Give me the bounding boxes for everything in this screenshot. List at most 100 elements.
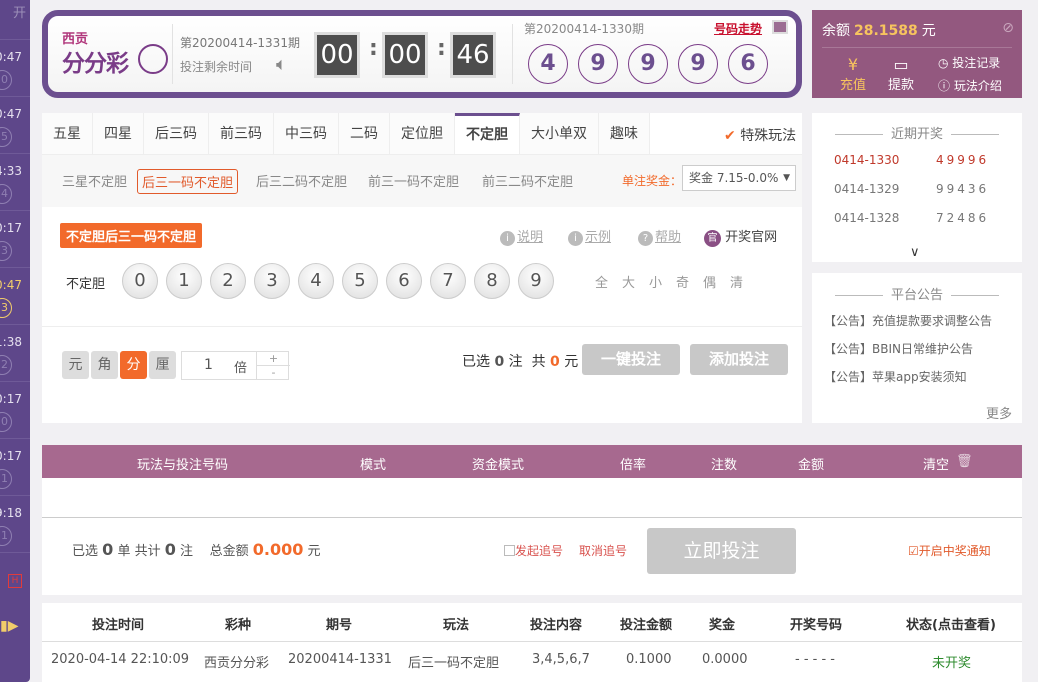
- subtab[interactable]: 后三二码不定胆: [252, 169, 351, 192]
- number-ball[interactable]: 7: [430, 263, 466, 299]
- sidebar-game-item[interactable]: 0:47 5: [0, 97, 30, 154]
- quick-select-1[interactable]: 大: [622, 272, 635, 291]
- tab-play[interactable]: 中三码: [274, 113, 339, 154]
- sidebar-game-item[interactable]: 1:38 2: [0, 325, 30, 382]
- clock-icon: [138, 44, 168, 74]
- quick-select-3[interactable]: 奇: [676, 272, 689, 291]
- chase-checkbox[interactable]: 发起追号: [504, 542, 563, 559]
- notify-checkbox[interactable]: ☑开启中奖通知: [908, 542, 991, 559]
- tab-play[interactable]: 四星: [93, 113, 144, 154]
- sidebar-game-item[interactable]: 0:17 0: [0, 382, 30, 439]
- number-ball[interactable]: 4: [298, 263, 334, 299]
- hide-balance-icon[interactable]: ⊘: [1002, 20, 1014, 36]
- desc-link[interactable]: i 说明: [500, 226, 543, 246]
- history-header: 投注内容: [530, 618, 583, 633]
- sidebar-game-item[interactable]: 0:47 0: [0, 40, 30, 97]
- prize-select[interactable]: 奖金 7.15-0.0% ▼: [682, 165, 796, 191]
- unit-button[interactable]: 元: [62, 351, 89, 379]
- history-header: 彩种: [225, 618, 252, 633]
- bet-cart: 玩法与投注号码 模式 资金模式 倍率 注数 金额 清空 🗑︎ 已选 0 单 共计 0 注 总金…: [42, 445, 1022, 595]
- number-ball[interactable]: 6: [386, 263, 422, 299]
- number-ball[interactable]: 1: [166, 263, 202, 299]
- cart-header[interactable]: 清空: [923, 454, 949, 473]
- cart-header: 金额: [798, 458, 825, 473]
- bet-record-link[interactable]: ◷ 投注记录: [938, 54, 1000, 71]
- number-ball[interactable]: 9: [518, 263, 554, 299]
- trash-icon[interactable]: 🗑︎: [956, 454, 973, 469]
- current-issue: 第20200414-1331期: [180, 36, 300, 50]
- countdown-seconds: 46: [450, 32, 496, 78]
- number-ball[interactable]: 8: [474, 263, 510, 299]
- example-link[interactable]: i 示例: [568, 226, 611, 246]
- sidebar-item-time: 0:17: [0, 221, 22, 235]
- arrow-right-icon[interactable]: ▮▶: [0, 618, 18, 634]
- recent-issue: 0414-1328: [834, 211, 900, 225]
- cancel-chase-link[interactable]: 取消追号: [579, 542, 627, 559]
- h-icon[interactable]: H: [8, 574, 22, 588]
- notice-item[interactable]: 【公告】充值提款要求调整公告: [824, 312, 992, 329]
- recent-numbers: 49996: [936, 153, 990, 167]
- countdown-minutes: 00: [382, 32, 428, 78]
- official-link[interactable]: 官 开奖官网: [704, 226, 777, 247]
- history-cell[interactable]: 未开奖: [932, 652, 971, 671]
- sidebar-game-item[interactable]: 0:17 1: [0, 439, 30, 496]
- number-ball[interactable]: 0: [122, 263, 158, 299]
- sidebar-game-item[interactable]: 4:33 4: [0, 154, 30, 211]
- tab-play[interactable]: 前三码: [209, 113, 274, 154]
- recharge-button[interactable]: ¥ 充值: [840, 56, 866, 94]
- subtab[interactable]: 前三二码不定胆: [478, 169, 577, 192]
- more-link[interactable]: 更多: [986, 403, 1012, 422]
- notice-title: 平台公告: [812, 284, 1022, 303]
- plus-button[interactable]: +: [256, 352, 290, 366]
- trend-icon[interactable]: [772, 20, 788, 34]
- sidebar-toggle[interactable]: 开: [0, 0, 30, 40]
- sidebar-game-item[interactable]: 0:17 3: [0, 211, 30, 268]
- tab-play[interactable]: 定位胆: [390, 113, 455, 154]
- number-ball[interactable]: 3: [254, 263, 290, 299]
- minus-button[interactable]: -: [256, 366, 290, 380]
- play-intro-link[interactable]: ⓘ 玩法介绍: [938, 77, 1002, 94]
- speaker-icon[interactable]: 🔈︎: [276, 54, 287, 75]
- withdraw-button[interactable]: ▭ 提款: [888, 56, 914, 94]
- history-header: 玩法: [443, 618, 470, 633]
- multiplier-input[interactable]: 1倍 + -: [181, 351, 290, 380]
- number-ball[interactable]: 5: [342, 263, 378, 299]
- history-header: 投注金额: [620, 618, 673, 633]
- trend-link[interactable]: 号码走势: [714, 20, 762, 37]
- subtab[interactable]: 后三一码不定胆: [137, 169, 239, 194]
- add-bet-button[interactable]: 添加投注: [690, 344, 788, 375]
- sidebar-game-item[interactable]: 0:47 3: [0, 268, 30, 325]
- quick-select-0[interactable]: 全: [595, 272, 608, 291]
- notice-item[interactable]: 【公告】苹果app安装须知: [824, 368, 967, 385]
- unit-button[interactable]: 角: [91, 351, 118, 379]
- tab-play[interactable]: 五星: [42, 113, 93, 154]
- sidebar-game-item[interactable]: 9:18 1: [0, 496, 30, 553]
- tab-play[interactable]: 后三码: [144, 113, 209, 154]
- tab-play[interactable]: 大小单双: [520, 113, 599, 154]
- play-panel: 五星 四星 后三码 前三码 中三码 二码 定位胆 不定胆 大小单双 趣味 ✔ 特殊玩法 三星不定胆…: [42, 113, 802, 423]
- help-link[interactable]: ? 帮助: [638, 226, 681, 246]
- row-label: 不定胆: [66, 277, 106, 292]
- subtab[interactable]: 前三一码不定胆: [364, 169, 463, 192]
- logo-main: 分分彩: [62, 51, 129, 77]
- tab-play[interactable]: 不定胆: [455, 113, 520, 154]
- game-header: 西贡 分分彩 第20200414-1331期 投注剩余时间 🔈︎ 00 : 00…: [42, 10, 802, 98]
- unit-button[interactable]: 分: [120, 351, 147, 379]
- unit-button[interactable]: 厘: [149, 351, 176, 379]
- history-cell: - - - - -: [795, 652, 835, 667]
- bet-history: 投注时间 彩种 期号 玩法 投注内容 投注金额 奖金 开奖号码 状态(点击查看) 2020-04…: [42, 603, 1022, 682]
- history-header: 期号: [326, 618, 353, 633]
- quick-select-2[interactable]: 小: [649, 272, 662, 291]
- bet-now-button[interactable]: 立即投注: [647, 528, 796, 574]
- notice-item[interactable]: 【公告】BBIN日常维护公告: [824, 340, 973, 357]
- tab-play[interactable]: 二码: [339, 113, 390, 154]
- number-ball[interactable]: 2: [210, 263, 246, 299]
- quick-bet-button[interactable]: 一键投注: [582, 344, 680, 375]
- subtab[interactable]: 三星不定胆: [58, 169, 131, 192]
- special-play-link[interactable]: ✔ 特殊玩法: [724, 125, 796, 145]
- expand-icon[interactable]: ∨: [910, 245, 920, 260]
- quick-select-4[interactable]: 偶: [703, 272, 716, 291]
- tab-play[interactable]: 趣味: [599, 113, 650, 154]
- play-tip: 不定胆后三一码不定胆: [60, 223, 203, 248]
- quick-select-5[interactable]: 清: [730, 272, 743, 291]
